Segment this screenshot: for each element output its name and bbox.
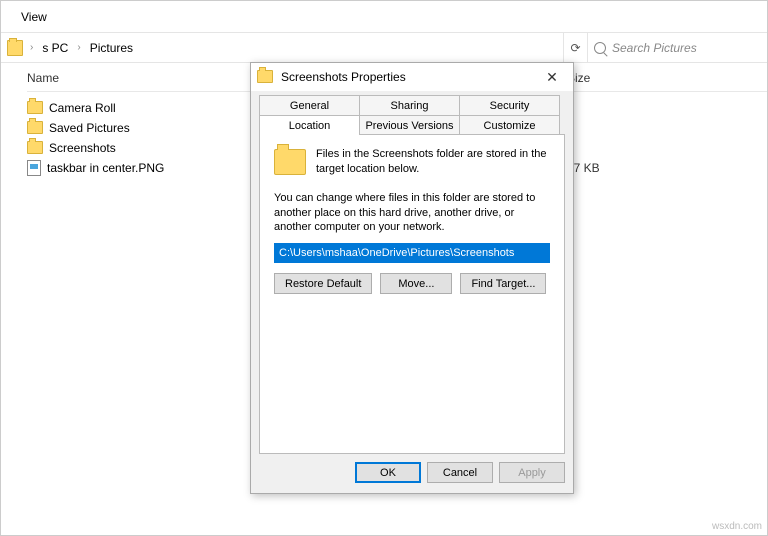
- ribbon: View: [1, 1, 767, 33]
- folder-icon: [27, 121, 43, 134]
- location-description-1: Files in the Screenshots folder are stor…: [316, 147, 550, 177]
- folder-icon: [257, 70, 273, 83]
- dialog-button-row: OK Cancel Apply: [251, 462, 573, 493]
- tab-body: Files in the Screenshots folder are stor…: [259, 134, 565, 454]
- cancel-button[interactable]: Cancel: [427, 462, 493, 483]
- apply-button[interactable]: Apply: [499, 462, 565, 483]
- folder-large-icon: [274, 149, 306, 175]
- breadcrumb-item[interactable]: Pictures: [88, 41, 135, 55]
- search-placeholder: Search Pictures: [612, 41, 697, 55]
- close-icon: ✕: [546, 69, 558, 86]
- folder-icon: [27, 101, 43, 114]
- refresh-button[interactable]: ⟳: [563, 33, 587, 62]
- tab-customize[interactable]: Customize: [459, 115, 560, 135]
- close-button[interactable]: ✕: [537, 66, 567, 88]
- tab-sharing[interactable]: Sharing: [359, 95, 460, 115]
- file-name: Camera Roll: [49, 101, 116, 115]
- file-name: Saved Pictures: [49, 121, 130, 135]
- file-name: Screenshots: [49, 141, 116, 155]
- location-button-row: Restore Default Move... Find Target...: [274, 273, 550, 294]
- file-size: 27 KB: [567, 161, 667, 175]
- breadcrumb-item[interactable]: s PC: [40, 41, 70, 55]
- ok-button[interactable]: OK: [355, 462, 421, 483]
- restore-default-button[interactable]: Restore Default: [274, 273, 372, 294]
- file-name: taskbar in center.PNG: [47, 161, 164, 175]
- find-target-button[interactable]: Find Target...: [460, 273, 546, 294]
- address-bar[interactable]: › s PC › Pictures: [1, 40, 563, 56]
- location-description-2: You can change where files in this folde…: [274, 191, 550, 236]
- tab-strip: General Sharing Security Location Previo…: [251, 91, 573, 135]
- ribbon-tab-view[interactable]: View: [21, 10, 47, 24]
- address-row: › s PC › Pictures ⟳ Search Pictures: [1, 33, 767, 63]
- tab-security[interactable]: Security: [459, 95, 560, 115]
- tab-general[interactable]: General: [259, 95, 360, 115]
- dialog-title: Screenshots Properties: [281, 70, 406, 84]
- chevron-right-icon: ›: [27, 42, 36, 53]
- folder-icon: [7, 40, 23, 56]
- image-file-icon: [27, 160, 41, 176]
- chevron-right-icon: ›: [74, 42, 83, 53]
- location-path-input[interactable]: [274, 243, 550, 263]
- watermark: wsxdn.com: [712, 521, 762, 532]
- properties-dialog: Screenshots Properties ✕ General Sharing…: [250, 62, 574, 494]
- search-icon: [594, 42, 606, 54]
- tab-previous-versions[interactable]: Previous Versions: [359, 115, 460, 135]
- column-size[interactable]: Size: [567, 71, 667, 85]
- move-button[interactable]: Move...: [380, 273, 452, 294]
- folder-icon: [27, 141, 43, 154]
- refresh-icon: ⟳: [570, 41, 580, 55]
- tab-location[interactable]: Location: [259, 115, 360, 135]
- search-input[interactable]: Search Pictures: [587, 33, 767, 62]
- dialog-titlebar[interactable]: Screenshots Properties ✕: [251, 63, 573, 91]
